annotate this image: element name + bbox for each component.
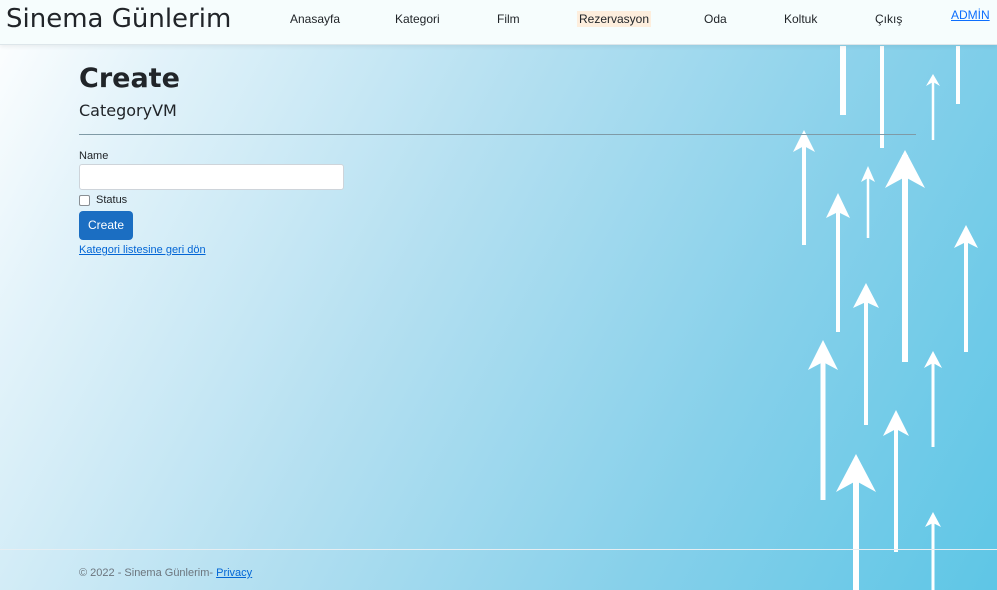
section-divider bbox=[79, 134, 916, 135]
name-field-label: Name bbox=[79, 150, 109, 162]
nav-item-kategori[interactable]: Kategori bbox=[395, 11, 440, 27]
footer-copyright: © 2022 - Sinema Günlerim- Privacy bbox=[79, 566, 252, 580]
name-input[interactable] bbox=[79, 164, 344, 190]
page-subtitle: CategoryVM bbox=[79, 101, 177, 120]
page-footer: © 2022 - Sinema Günlerim- Privacy bbox=[0, 549, 997, 590]
page-title: Create bbox=[79, 63, 180, 94]
nav-item-film[interactable]: Film bbox=[497, 11, 520, 27]
footer-copyright-text: © 2022 - Sinema Günlerim- bbox=[79, 567, 217, 579]
status-checkbox[interactable] bbox=[79, 194, 90, 206]
nav-item-koltuk[interactable]: Koltuk bbox=[784, 11, 817, 27]
nav-item-oda[interactable]: Oda bbox=[704, 11, 727, 27]
privacy-link[interactable]: Privacy bbox=[216, 567, 252, 579]
create-button[interactable]: Create bbox=[79, 211, 133, 240]
status-row: Status bbox=[79, 193, 916, 207]
nav-item-rezervasyon[interactable]: Rezervasyon bbox=[577, 11, 652, 27]
status-label: Status bbox=[96, 194, 128, 206]
top-navbar: Sinema Günlerim Anasayfa Kategori Film R… bbox=[0, 0, 997, 45]
create-category-form: Name Status Create bbox=[79, 149, 916, 240]
main-content: Create CategoryVM Name Status Create Kat… bbox=[79, 60, 916, 258]
brand-logo-link[interactable]: Sinema Günlerim bbox=[6, 1, 231, 37]
back-to-category-list-link[interactable]: Kategori listesine geri dön bbox=[79, 243, 206, 257]
admin-user-link[interactable]: ADMİN bbox=[951, 7, 990, 23]
nav-item-anasayfa[interactable]: Anasayfa bbox=[290, 11, 340, 27]
nav-item-cikis[interactable]: Çıkış bbox=[875, 11, 902, 27]
